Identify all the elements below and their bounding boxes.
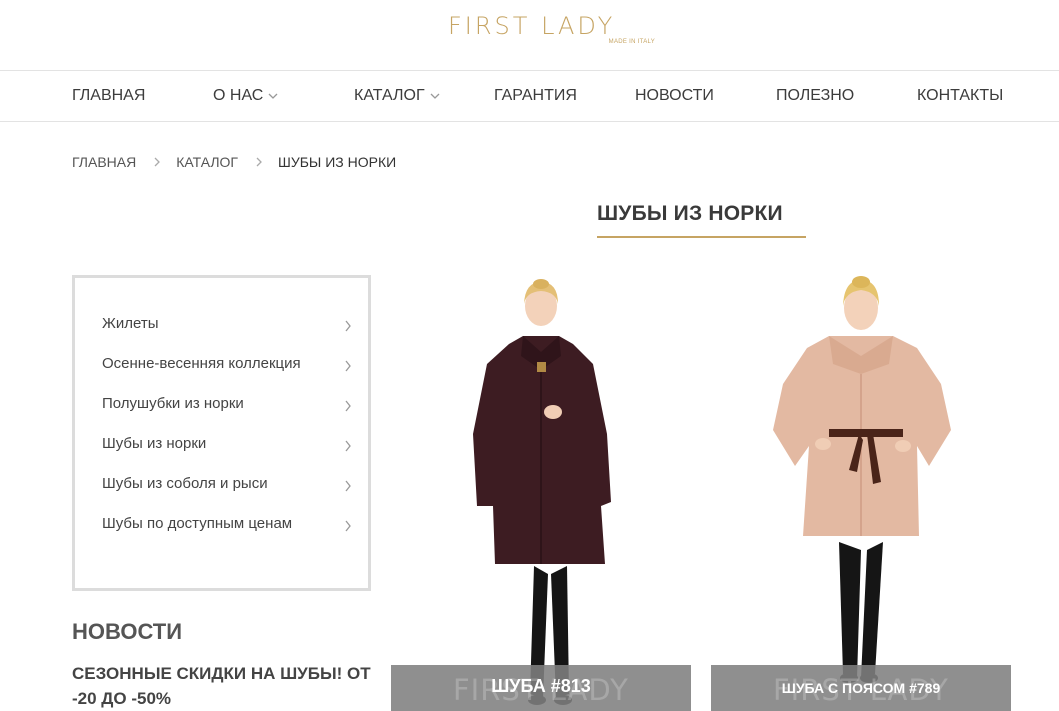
chevron-right-icon	[345, 320, 351, 332]
nav-item-catalog[interactable]: КАТАЛОГ	[354, 87, 440, 105]
page-title: ШУБЫ ИЗ НОРКИ	[597, 202, 783, 225]
chevron-right-icon	[345, 360, 351, 372]
chevron-right-icon	[154, 157, 161, 167]
category-item-short-mink[interactable]: Полушубки из норки	[102, 395, 352, 417]
category-item-affordable[interactable]: Шубы по доступным ценам	[102, 515, 352, 537]
nav-item-home[interactable]: ГЛАВНАЯ	[72, 87, 145, 105]
category-item-sable-lynx[interactable]: Шубы из соболя и рыси	[102, 475, 352, 497]
product-caption-bar: FIRST LADY ШУБА #813	[391, 665, 691, 711]
news-heading: НОВОСТИ	[72, 619, 183, 644]
breadcrumb-home-link[interactable]: ГЛАВНАЯ	[72, 154, 136, 170]
logo-text: FIRST LADY	[448, 12, 616, 40]
product-name[interactable]: ШУБА С ПОЯСОМ #789	[711, 680, 1011, 696]
chevron-right-icon	[345, 520, 351, 532]
product-image	[711, 274, 1011, 711]
category-item-autumn-spring[interactable]: Осенне-весенняя коллекция	[102, 355, 352, 377]
chevron-down-icon	[430, 93, 440, 99]
nav-item-news[interactable]: НОВОСТИ	[635, 87, 714, 105]
nav-item-label: НОВОСТИ	[635, 87, 714, 104]
nav-item-contacts[interactable]: КОНТАКТЫ	[917, 87, 1003, 105]
nav-item-warranty[interactable]: ГАРАНТИЯ	[494, 87, 577, 105]
product-card[interactable]: FIRST LADY ШУБА #813	[391, 274, 691, 711]
chevron-right-icon	[345, 480, 351, 492]
news-item-link[interactable]: СЕЗОННЫЕ СКИДКИ НА ШУБЫ! ОТ -20 ДО -50%	[72, 661, 382, 711]
site-header: FIRST LADY MADE IN ITALY	[0, 0, 1059, 70]
product-card[interactable]: FIRST LADY ШУБА С ПОЯСОМ #789	[711, 274, 1011, 711]
category-item-label: Шубы из соболя и рыси	[102, 475, 268, 492]
category-item-label: Шубы из норки	[102, 435, 207, 452]
category-item-label: Шубы по доступным ценам	[102, 515, 293, 532]
nav-item-about[interactable]: О НАС	[213, 87, 278, 105]
chevron-down-icon	[268, 93, 278, 99]
nav-item-useful[interactable]: ПОЛЕЗНО	[776, 87, 854, 105]
nav-item-label: ГАРАНТИЯ	[494, 87, 577, 104]
chevron-right-icon	[345, 400, 351, 412]
product-caption-bar: FIRST LADY ШУБА С ПОЯСОМ #789	[711, 665, 1011, 711]
chevron-right-icon	[345, 440, 351, 452]
category-item-vests[interactable]: Жилеты	[102, 315, 352, 337]
logo-tagline: MADE IN ITALY	[608, 39, 655, 45]
category-item-mink-coats[interactable]: Шубы из норки	[102, 435, 352, 457]
breadcrumb-current: ШУБЫ ИЗ НОРКИ	[278, 154, 397, 170]
title-underline	[597, 236, 806, 238]
category-item-label: Полушубки из норки	[102, 395, 244, 412]
nav-item-label: ПОЛЕЗНО	[776, 87, 855, 104]
nav-item-label: КАТАЛОГ	[354, 87, 425, 104]
chevron-right-icon	[256, 157, 262, 167]
nav-item-label: КОНТАКТЫ	[917, 87, 1004, 104]
category-list: Жилеты Осенне-весенняя коллекция Полушуб…	[72, 275, 371, 591]
product-image	[391, 274, 691, 711]
breadcrumb: ГЛАВНАЯ КАТАЛОГ ШУБЫ ИЗ НОРКИ	[72, 153, 396, 171]
nav-item-label: ГЛАВНАЯ	[72, 87, 146, 104]
category-item-label: Жилеты	[102, 315, 159, 332]
breadcrumb-catalog-link[interactable]: КАТАЛОГ	[176, 154, 238, 170]
nav-item-label: О НАС	[213, 87, 264, 104]
main-nav: ГЛАВНАЯ О НАС КАТАЛОГ ГАРАНТИЯ НОВОСТИ П…	[0, 70, 1059, 122]
site-logo[interactable]: FIRST LADY MADE IN ITALY	[448, 12, 658, 52]
product-name[interactable]: ШУБА #813	[391, 676, 691, 697]
category-item-label: Осенне-весенняя коллекция	[102, 355, 301, 372]
